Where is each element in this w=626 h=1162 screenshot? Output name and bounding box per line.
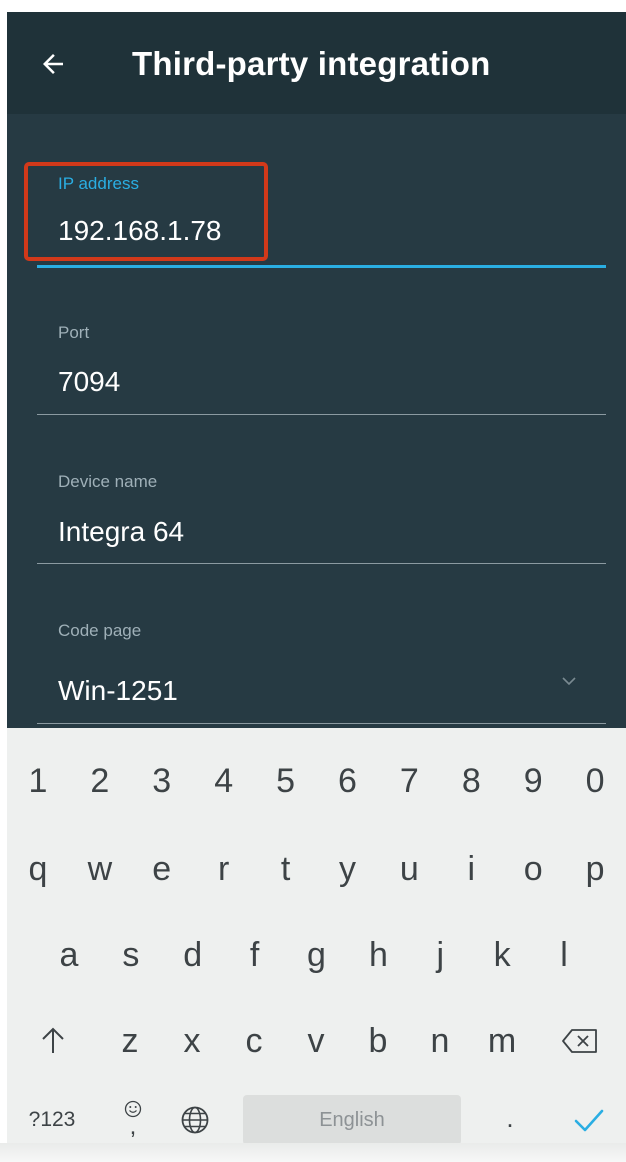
page-title: Third-party integration	[132, 45, 491, 82]
key-j[interactable]: j	[409, 924, 471, 986]
key-b[interactable]: b	[347, 1010, 409, 1072]
space-key[interactable]: English	[243, 1095, 461, 1145]
key-q[interactable]: q	[7, 838, 69, 900]
backspace-icon	[561, 1029, 597, 1053]
key-g[interactable]: g	[286, 924, 348, 986]
key-h[interactable]: h	[347, 924, 409, 986]
key-2[interactable]: 2	[69, 750, 131, 812]
ip-address-underline	[37, 265, 606, 268]
key-s[interactable]: s	[100, 924, 162, 986]
comma-emoji-key[interactable]: ,	[113, 1088, 153, 1148]
key-f[interactable]: f	[224, 924, 286, 986]
key-c[interactable]: c	[223, 1010, 285, 1072]
soft-keyboard: 1 2 3 4 5 6 7 8 9 0 q w e r t y u i o p …	[7, 728, 626, 1162]
enter-key[interactable]	[569, 1098, 609, 1142]
device-name-input[interactable]: Integra 64	[58, 516, 184, 548]
device-name-underline	[37, 563, 606, 564]
code-page-label: Code page	[58, 621, 142, 640]
app-bar: Third-party integration	[7, 12, 626, 114]
key-3[interactable]: 3	[131, 750, 193, 812]
key-z[interactable]: z	[99, 1010, 161, 1072]
code-page-field[interactable]: Code page Win-1251	[37, 612, 606, 727]
key-0[interactable]: 0	[564, 750, 626, 812]
code-page-select[interactable]: Win-1251	[58, 675, 178, 707]
key-e[interactable]: e	[131, 838, 193, 900]
key-5[interactable]: 5	[255, 750, 317, 812]
app-screen: Third-party integration IP address 192.1…	[7, 12, 626, 1162]
keyboard-asdf-row: a s d f g h j k l	[7, 924, 626, 986]
key-d[interactable]: d	[162, 924, 224, 986]
device-name-label: Device name	[58, 472, 158, 491]
key-p[interactable]: p	[564, 838, 626, 900]
key-o[interactable]: o	[502, 838, 564, 900]
key-1[interactable]: 1	[7, 750, 69, 812]
key-x[interactable]: x	[161, 1010, 223, 1072]
key-i[interactable]: i	[440, 838, 502, 900]
key-9[interactable]: 9	[502, 750, 564, 812]
port-field[interactable]: Port 7094	[37, 312, 606, 422]
key-u[interactable]: u	[378, 838, 440, 900]
globe-icon	[181, 1106, 209, 1134]
key-y[interactable]: y	[317, 838, 379, 900]
key-w[interactable]: w	[69, 838, 131, 900]
keyboard-zxcv-row: z x c v b n m	[7, 1010, 626, 1072]
key-8[interactable]: 8	[440, 750, 502, 812]
key-4[interactable]: 4	[193, 750, 255, 812]
device-name-field[interactable]: Device name Integra 64	[37, 462, 606, 572]
backspace-key[interactable]	[533, 1010, 626, 1072]
shift-key[interactable]	[7, 1010, 99, 1072]
period-key[interactable]: .	[495, 1093, 525, 1143]
comma-label: ,	[129, 1113, 137, 1140]
chevron-down-icon[interactable]	[560, 672, 578, 690]
symbols-key[interactable]: ?123	[21, 1095, 83, 1145]
key-l[interactable]: l	[533, 924, 595, 986]
keyboard-number-row: 1 2 3 4 5 6 7 8 9 0	[7, 750, 626, 812]
back-button[interactable]	[29, 40, 77, 88]
shift-arrow-icon	[42, 1027, 64, 1053]
key-m[interactable]: m	[471, 1010, 533, 1072]
key-7[interactable]: 7	[378, 750, 440, 812]
key-6[interactable]: 6	[317, 750, 379, 812]
arrow-back-icon	[43, 54, 63, 74]
language-key[interactable]	[173, 1098, 217, 1142]
port-underline	[37, 414, 606, 415]
key-a[interactable]: a	[38, 924, 100, 986]
key-v[interactable]: v	[285, 1010, 347, 1072]
key-t[interactable]: t	[255, 838, 317, 900]
keyboard-qwerty-row: q w e r t y u i o p	[7, 838, 626, 900]
port-label: Port	[58, 323, 90, 342]
checkmark-icon	[574, 1109, 604, 1132]
key-n[interactable]: n	[409, 1010, 471, 1072]
bottom-strip	[0, 1143, 626, 1162]
highlight-box	[24, 162, 268, 261]
code-page-underline	[37, 723, 606, 724]
key-r[interactable]: r	[193, 838, 255, 900]
key-k[interactable]: k	[471, 924, 533, 986]
port-input[interactable]: 7094	[58, 366, 120, 398]
